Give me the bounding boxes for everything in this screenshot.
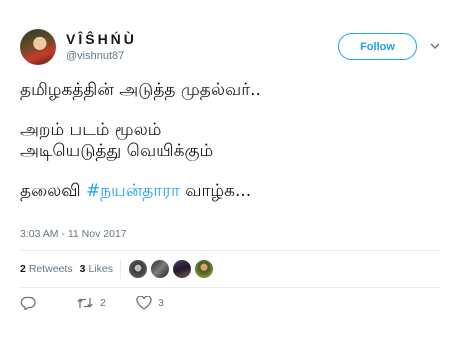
retweet-count: 2 bbox=[100, 297, 106, 309]
avatar[interactable] bbox=[20, 29, 56, 65]
liker-avatars bbox=[129, 260, 217, 278]
retweet-icon bbox=[76, 296, 94, 310]
retweets-count: 2 bbox=[20, 263, 26, 275]
liker-avatar[interactable] bbox=[151, 260, 169, 278]
tweet-text-after-hashtag: வாழ்க... bbox=[179, 181, 252, 201]
likes-label: Likes bbox=[88, 263, 113, 275]
stats-separator bbox=[120, 259, 121, 279]
liker-avatar[interactable] bbox=[129, 260, 147, 278]
retweet-button[interactable]: 2 bbox=[76, 296, 136, 310]
like-button[interactable]: 3 bbox=[136, 296, 164, 310]
tweet-stats: 2 Retweets 3 Likes bbox=[20, 263, 120, 275]
retweets-stat[interactable]: 2 Retweets bbox=[20, 263, 73, 275]
reply-button[interactable] bbox=[20, 296, 76, 310]
tweet-actions: 2 3 bbox=[20, 296, 164, 310]
divider bbox=[20, 287, 440, 288]
likes-count: 3 bbox=[79, 263, 86, 275]
user-handle[interactable]: @vishnut87 bbox=[66, 50, 124, 62]
follow-button[interactable]: Follow bbox=[338, 33, 417, 60]
heart-icon bbox=[136, 296, 152, 310]
hashtag-link[interactable]: #நயன்தாரா bbox=[86, 181, 180, 201]
tweet-line: தமிழகத்தின் அடுத்த முதல்வர்.. bbox=[20, 80, 261, 100]
liker-avatar[interactable] bbox=[173, 260, 191, 278]
liker-avatar[interactable] bbox=[195, 260, 213, 278]
tweet-card: VÎŜHŃÙ @vishnut87 Follow தமிழகத்தின் அடு… bbox=[0, 0, 451, 338]
like-count: 3 bbox=[158, 297, 164, 309]
tweet-text-before-hashtag: தலைவி bbox=[20, 181, 87, 201]
tweet-line: அறம் படம் மூலம் bbox=[20, 120, 162, 140]
chevron-down-icon[interactable] bbox=[428, 38, 442, 52]
tweet-line-hashtag: தலைவி #நயன்தாரா வாழ்க... bbox=[20, 181, 440, 202]
user-display-name[interactable]: VÎŜHŃÙ bbox=[66, 31, 137, 47]
divider bbox=[20, 250, 440, 251]
tweet-text: தமிழகத்தின் அடுத்த முதல்வர்.. அறம் படம் … bbox=[20, 80, 440, 202]
tweet-line: அடியெடுத்து வெயிக்கும் bbox=[20, 141, 214, 161]
retweets-label: Retweets bbox=[28, 263, 73, 275]
likes-stat[interactable]: 3 Likes bbox=[80, 263, 113, 275]
reply-icon bbox=[20, 296, 36, 310]
tweet-timestamp[interactable]: 3:03 AM - 11 Nov 2017 bbox=[20, 228, 127, 240]
